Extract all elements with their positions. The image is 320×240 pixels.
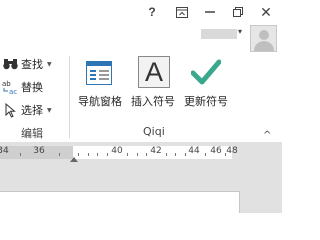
- editing-group-label: 编辑: [21, 127, 43, 140]
- navigation-pane-label: 导航窗格: [78, 95, 122, 108]
- title-bar: ? ✕: [0, 0, 282, 24]
- ribbon: 查找 ▼ ab ac 替换 选择 ▼ 编辑 导航窗格 A 插入符号 更新符号 Q…: [0, 52, 282, 142]
- binoculars-icon: [2, 56, 18, 72]
- select-label: 选择: [21, 104, 43, 117]
- insert-symbol-label: 插入符号: [131, 95, 175, 108]
- minimize-button[interactable]: [198, 1, 222, 23]
- ribbon-display-options-button[interactable]: [170, 1, 194, 23]
- ruler-tick: [88, 153, 89, 156]
- ruler-tick: [185, 153, 186, 156]
- close-button[interactable]: ✕: [254, 1, 278, 23]
- horizontal-ruler[interactable]: 34 36 40 42 44 46 48: [0, 146, 238, 162]
- replace-label: 替换: [21, 81, 43, 94]
- avatar-body: [254, 41, 274, 51]
- svg-text:ab: ab: [2, 80, 11, 88]
- ruler-label: 40: [111, 146, 123, 156]
- cursor-icon: [2, 102, 18, 118]
- qiqi-group-label: Qiqi: [143, 125, 165, 138]
- ruler-tick: [175, 153, 176, 156]
- account-chevron-icon[interactable]: ▾: [238, 27, 242, 36]
- find-dropdown-icon[interactable]: ▼: [47, 61, 52, 68]
- document-page[interactable]: [0, 191, 240, 213]
- ruler-tick: [166, 153, 167, 156]
- find-label: 查找: [21, 58, 43, 71]
- update-symbol-button[interactable]: 更新符号: [180, 55, 232, 113]
- avatar-head: [259, 30, 269, 40]
- ruler-tick: [78, 153, 79, 156]
- ruler-label: 42: [150, 146, 162, 156]
- ruler-tick: [225, 153, 226, 156]
- ruler-label: 48: [226, 146, 238, 156]
- insert-symbol-button[interactable]: A 插入符号: [127, 55, 179, 113]
- ruler-label: 36: [33, 146, 45, 156]
- replace-icon: ab ac: [2, 79, 18, 95]
- minimize-icon: [205, 11, 215, 13]
- navigation-pane-icon: [86, 61, 112, 85]
- ruler-label: 44: [188, 146, 200, 156]
- ruler-tick: [107, 153, 108, 156]
- select-dropdown-icon[interactable]: ▼: [47, 107, 52, 114]
- ruler-label: 34: [0, 146, 9, 156]
- group-separator: [69, 56, 70, 138]
- ruler-tick: [59, 153, 60, 156]
- ruler-tick: [137, 153, 138, 156]
- account-name[interactable]: [201, 29, 237, 39]
- checkmark-icon: [191, 59, 221, 85]
- ribbon-display-options-icon: [176, 6, 188, 18]
- replace-button[interactable]: ab ac 替换: [2, 78, 43, 96]
- ruler-tick: [127, 153, 128, 156]
- ruler-tick: [97, 153, 98, 156]
- ruler-tick: [146, 153, 147, 156]
- select-button[interactable]: 选择 ▼: [2, 101, 52, 119]
- restore-icon: [233, 7, 243, 17]
- ruler-tick: [20, 153, 21, 156]
- ruler-label: 46: [210, 146, 222, 156]
- help-button[interactable]: ?: [140, 1, 164, 23]
- ruler-tick: [205, 153, 206, 156]
- indent-marker-icon[interactable]: [70, 157, 78, 162]
- user-avatar-icon[interactable]: [250, 25, 277, 52]
- collapse-ribbon-icon[interactable]: ^: [263, 130, 271, 141]
- restore-button[interactable]: [226, 1, 250, 23]
- update-symbol-label: 更新符号: [184, 95, 228, 108]
- insert-symbol-icon: A: [138, 56, 170, 88]
- svg-text:ac: ac: [9, 88, 17, 95]
- find-button[interactable]: 查找 ▼: [2, 55, 52, 73]
- navigation-pane-button[interactable]: 导航窗格: [75, 55, 125, 113]
